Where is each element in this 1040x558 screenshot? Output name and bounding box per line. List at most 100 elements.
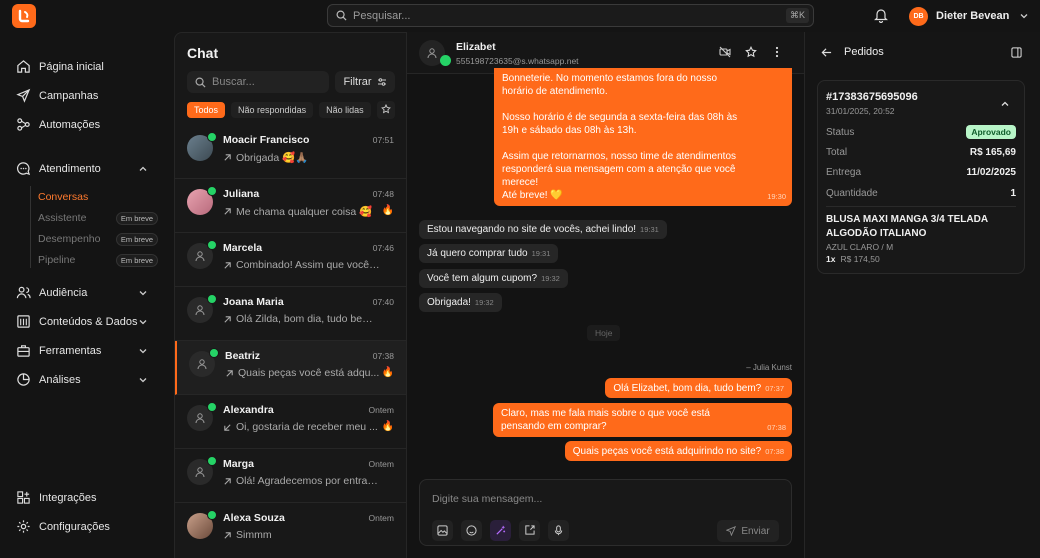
conversation-preview: Me chama qualquer coisa 🥰: [236, 206, 373, 218]
arrow-up-right-icon: [224, 531, 231, 539]
sidebar-item-analises[interactable]: Análises: [16, 372, 162, 387]
sidebar-subitem-desempenho[interactable]: Desempenho Em breve: [38, 232, 158, 246]
sidebar-item-configuracoes[interactable]: Configurações: [16, 519, 162, 534]
field-value: 11/02/2025: [966, 167, 1017, 178]
send-icon: [726, 526, 737, 536]
conversation-time: Ontem: [368, 405, 394, 415]
user-icon: [195, 467, 205, 478]
send-button[interactable]: Enviar: [717, 520, 779, 542]
sidebar-item-pagina-inicial[interactable]: Página inicial: [16, 59, 162, 74]
chevron-down-icon: [139, 377, 147, 382]
field-label: Status: [826, 126, 855, 138]
hot-lead-fire-icon: 🔥: [381, 421, 394, 432]
message-line: merece!: [502, 177, 539, 188]
message-composer[interactable]: Digite sua mensagem... Enviar: [419, 479, 792, 546]
sidebar-item-label: Conteúdos & Dados: [39, 315, 138, 328]
hot-lead-fire-icon: 🔥: [381, 205, 394, 216]
sidebar-item-campanhas[interactable]: Campanhas: [16, 88, 162, 103]
message-line: 19h e sábado das 08h às 13h.: [502, 125, 637, 136]
more-vertical-icon[interactable]: [775, 46, 779, 58]
arrow-up-right-icon: [224, 315, 231, 323]
video-off-icon[interactable]: [719, 46, 731, 58]
chat-list-panel: Chat Buscar... Filtrar Todos Não respond…: [174, 32, 407, 558]
panel-toggle-icon[interactable]: [1011, 47, 1022, 58]
tab-nao-respondidas[interactable]: Não respondidas: [231, 102, 314, 118]
composer-placeholder: Digite sua mensagem...: [432, 493, 543, 505]
template-button[interactable]: [519, 520, 540, 541]
notifications-bell-icon[interactable]: [874, 8, 888, 28]
message-line: [502, 98, 784, 111]
sidebar-item-label: Atendimento: [39, 162, 101, 175]
conversation-item[interactable]: Marcela 07:46 Combinado! Assim que você …: [175, 233, 406, 287]
filter-button[interactable]: Filtrar: [335, 71, 395, 93]
incoming-message: Obrigada! 19:32: [419, 293, 502, 312]
sidebar-item-audiencia[interactable]: Audiência: [16, 285, 162, 300]
sidebar-item-label: Campanhas: [39, 89, 99, 102]
user-icon: [197, 359, 207, 370]
message-text: Olá Elizabet, bom dia, tudo bem?: [613, 382, 762, 394]
chevron-down-icon: [139, 290, 147, 295]
conversation-item[interactable]: Moacir Francisco 07:51 Obrigada 🥰🙏🏽: [175, 125, 406, 179]
back-arrow-icon[interactable]: [821, 47, 832, 58]
conversation-item[interactable]: Marga Ontem Olá! Agradecemos por entrar …: [175, 449, 406, 503]
sidebar-subitem-assistente[interactable]: Assistente Em breve: [38, 211, 158, 225]
conversation-item[interactable]: Alexandra Ontem Oi, gostaria de receber …: [175, 395, 406, 449]
sidebar-subitem-label: Conversas: [38, 191, 89, 203]
user-menu[interactable]: DB Dieter Bevean: [909, 5, 1029, 27]
conversation-item[interactable]: Joana Maria 07:40 Olá Zilda, bom dia, tu…: [175, 287, 406, 341]
sidebar-item-ferramentas[interactable]: Ferramentas: [16, 343, 162, 358]
orders-title: Pedidos: [844, 46, 884, 58]
top-bar: Pesquisar... ⌘K DB Dieter Bevean: [0, 0, 1040, 32]
global-search-input[interactable]: Pesquisar... ⌘K: [327, 4, 814, 27]
sidebar-item-atendimento[interactable]: Atendimento: [16, 161, 162, 176]
ai-magic-button[interactable]: [490, 520, 511, 541]
conversation-time: 07:46: [372, 243, 394, 253]
field-label: Total: [826, 147, 848, 158]
contact-name: Marga: [223, 458, 254, 470]
contact-name: Beatriz: [225, 350, 261, 362]
sidebar-subitem-pipeline[interactable]: Pipeline Em breve: [38, 253, 158, 267]
sidebar-item-label: Análises: [39, 373, 81, 386]
sidebar-item-label: Página inicial: [39, 60, 104, 73]
app-logo[interactable]: [12, 4, 36, 28]
hot-lead-fire-icon: 🔥: [381, 367, 394, 378]
record-audio-button[interactable]: [548, 520, 569, 541]
star-icon[interactable]: [745, 46, 757, 58]
tab-todos[interactable]: Todos: [187, 102, 226, 118]
chevron-up-icon[interactable]: [1000, 99, 1010, 109]
grid-plus-icon: [17, 491, 30, 504]
conversation-item[interactable]: Alexa Souza Ontem Simmm: [175, 503, 406, 557]
sidebar-item-label: Integrações: [39, 491, 97, 504]
sidebar-subitem-conversas[interactable]: Conversas: [38, 191, 158, 203]
external-edit-icon: [525, 525, 535, 535]
microphone-icon: [554, 525, 563, 536]
chevron-down-icon: [139, 319, 147, 324]
sidebar-item-conteudos[interactable]: Conteúdos & Dados: [16, 314, 162, 329]
orders-panel: Pedidos #17383675695096 31/01/2025, 20:5…: [804, 32, 1040, 558]
sidebar-item-automacoes[interactable]: Automações: [16, 117, 162, 132]
conversation-item-selected[interactable]: Beatriz 07:38 Quais peças você está adqu…: [175, 341, 406, 395]
arrow-down-left-icon: [224, 423, 231, 431]
whatsapp-badge-icon: [207, 510, 217, 520]
arrow-up-right-icon: [226, 369, 233, 377]
conversation-preview: Olá Zilda, bom dia, tudo bem? C...: [236, 313, 381, 325]
send-label: Enviar: [741, 525, 770, 537]
sidebar-item-integracoes[interactable]: Integrações: [16, 490, 162, 505]
tab-favorites[interactable]: [376, 101, 395, 119]
user-icon: [195, 413, 205, 424]
product-quantity-price: 1x R$ 174,50: [826, 254, 880, 264]
chat-search-input[interactable]: Buscar...: [187, 71, 329, 93]
whatsapp-badge-icon: [207, 186, 217, 196]
message-time: 07:37: [765, 383, 784, 393]
emoji-button[interactable]: [461, 520, 482, 541]
conversation-preview: Olá! Agradecemos por entrar e...: [236, 475, 381, 487]
tab-nao-lidas[interactable]: Não lidas: [319, 102, 371, 118]
conversation-time: Ontem: [368, 513, 394, 523]
conversation-time: 07:51: [372, 135, 394, 145]
attach-image-button[interactable]: [432, 520, 453, 541]
conversation-item[interactable]: Juliana 07:48 Me chama qualquer coisa 🥰 …: [175, 179, 406, 233]
order-card: #17383675695096 31/01/2025, 20:52 Status…: [817, 80, 1025, 274]
day-separator: Hoje: [587, 325, 621, 341]
conversation-preview: Simmm: [236, 529, 272, 541]
outgoing-message: Quais peças você está adquirindo no site…: [564, 441, 792, 461]
